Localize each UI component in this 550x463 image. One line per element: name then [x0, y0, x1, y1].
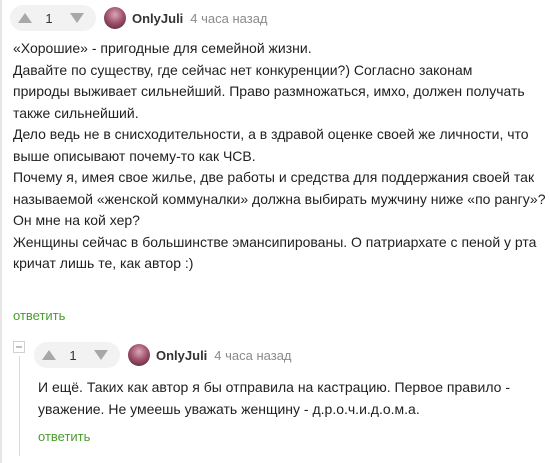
- comment-line: выше описывают почему-то как ЧСВ.: [13, 147, 256, 164]
- reply-body: И ещё. Таких как автор я бы отправила на…: [38, 377, 510, 420]
- comment-timestamp[interactable]: 4 часа назад: [214, 348, 291, 363]
- downvote-button[interactable]: [66, 5, 88, 31]
- upvote-button[interactable]: [14, 5, 36, 31]
- vote-count: 1: [45, 10, 53, 26]
- avatar[interactable]: [104, 7, 126, 29]
- comment-timestamp[interactable]: 4 часа назад: [190, 11, 267, 26]
- comment-body: «Хорошие» - пригодные для семейной жизни…: [13, 38, 546, 275]
- triangle-down-icon: [94, 350, 108, 360]
- reply-button[interactable]: ответить: [13, 308, 65, 323]
- author-name[interactable]: OnlyJuli: [156, 348, 207, 363]
- thread-line[interactable]: [19, 356, 20, 456]
- comment-line: Женщины сейчас в большинстве эмансипиров…: [13, 233, 537, 250]
- comment-line: называемой «женской коммуналки» должна в…: [13, 190, 546, 207]
- comment-line: кричат лишь те, как автор :): [13, 255, 194, 271]
- comment-line: Почему я, имея свое жилье, две работы и …: [13, 169, 535, 185]
- vote-box: 1: [10, 5, 96, 31]
- triangle-down-icon: [70, 13, 84, 23]
- author-name[interactable]: OnlyJuli: [132, 11, 183, 26]
- comment-line: «Хорошие» - пригодные для семейной жизни…: [13, 40, 312, 56]
- minus-icon: [13, 341, 25, 353]
- comment-line: Дело ведь не в снисходительности, а в зд…: [13, 126, 529, 142]
- comment-line: природы выживает сильнейший. Право размн…: [13, 83, 525, 99]
- triangle-up-icon: [18, 13, 32, 23]
- comment-author[interactable]: OnlyJuli 4 часа назад: [128, 343, 292, 367]
- collapse-thread-button[interactable]: [13, 341, 25, 353]
- reply-button[interactable]: ответить: [38, 429, 90, 444]
- comment-line: Он мне на кой хер?: [13, 212, 140, 228]
- comment-line: также сильнейший.: [13, 104, 139, 121]
- comment-line: Давайте по существу, где сейчас нет конк…: [13, 61, 473, 78]
- comment-line: И ещё. Таких как автор я бы отправила на…: [38, 379, 511, 395]
- vote-box: 1: [34, 342, 120, 368]
- triangle-up-icon: [42, 350, 56, 360]
- thread-border: [0, 0, 2, 463]
- comment-author[interactable]: OnlyJuli 4 часа назад: [104, 6, 268, 30]
- comment-line: уважение. Не умеешь уважать женщину - д.…: [38, 400, 420, 417]
- avatar[interactable]: [128, 344, 150, 366]
- vote-count: 1: [69, 347, 77, 363]
- upvote-button[interactable]: [38, 342, 60, 368]
- downvote-button[interactable]: [90, 342, 112, 368]
